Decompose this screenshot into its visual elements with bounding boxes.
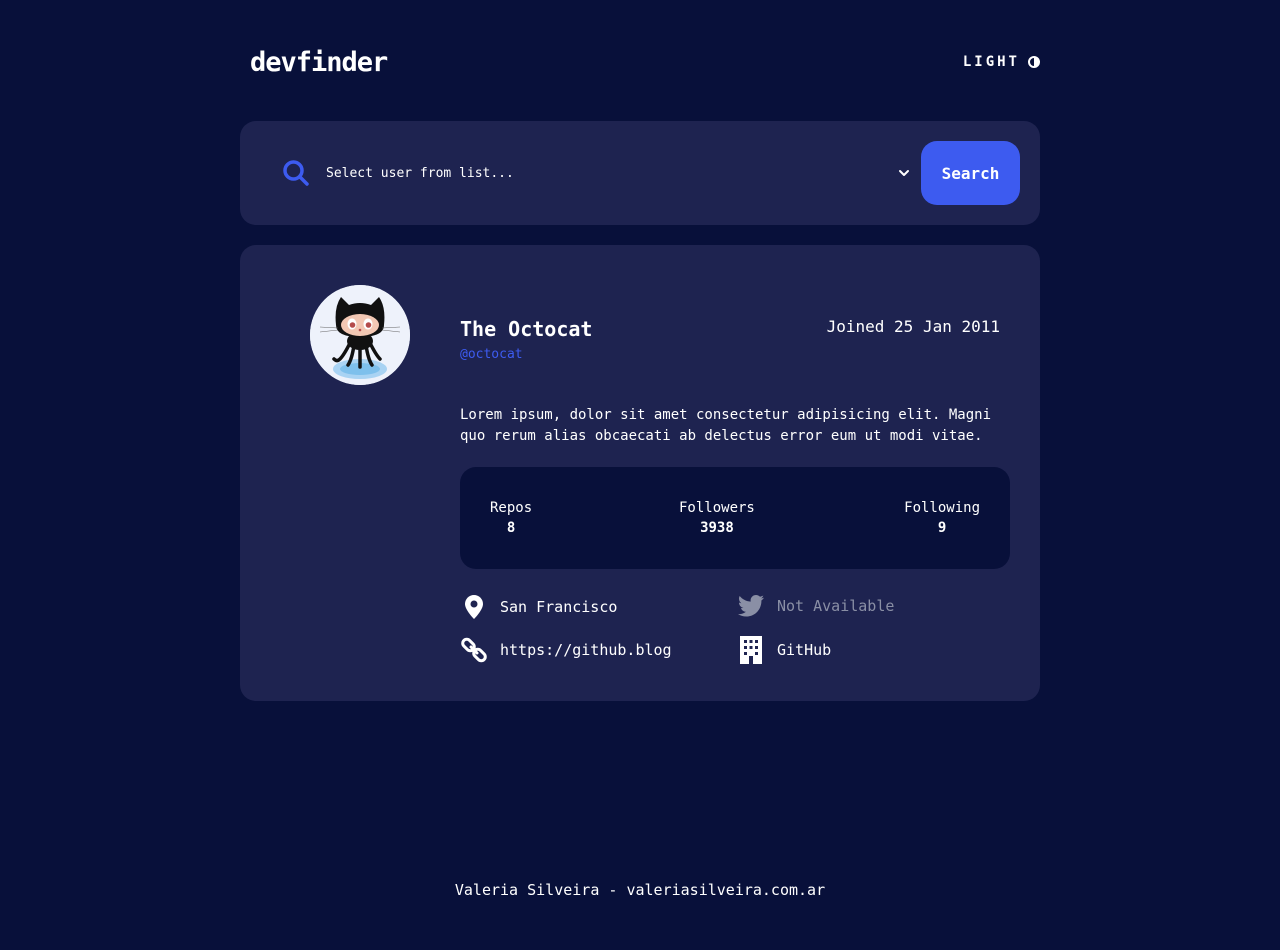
chevron-down-icon <box>898 167 910 179</box>
profile-bio: Lorem ipsum, dolor sit amet consectetur … <box>460 407 992 444</box>
search-icon <box>282 159 310 187</box>
search-panel: Select user from list... Search <box>240 121 1040 225</box>
app-header: devfinder LIGHT <box>240 40 1040 84</box>
profile-login[interactable]: @octocat <box>460 347 523 362</box>
search-button[interactable]: Search <box>921 141 1020 205</box>
profile-blog-link[interactable]: https://github.blog <box>500 641 672 659</box>
stat-followers-value: 3938 <box>700 520 734 536</box>
contrast-icon <box>1028 56 1040 68</box>
theme-toggle-label: LIGHT <box>962 54 1020 70</box>
profile-twitter: Not Available <box>737 595 894 617</box>
stat-repos: Repos 8 <box>490 500 532 536</box>
app-logo[interactable]: devfinder <box>250 47 388 78</box>
profile-company-text: GitHub <box>777 641 832 659</box>
stat-followers-label: Followers <box>679 500 755 516</box>
link-chain-icon <box>460 636 488 664</box>
profile-blog[interactable]: https://github.blog <box>460 636 672 664</box>
stat-following-value: 9 <box>937 520 947 536</box>
theme-toggle[interactable]: LIGHT <box>963 54 1040 70</box>
profile-location-text: San Francisco <box>500 598 618 616</box>
octocat-avatar-image <box>310 285 410 385</box>
footer-credit[interactable]: Valeria Silveira - valeriasilveira.com.a… <box>455 881 825 899</box>
stat-following: Following 9 <box>904 500 980 536</box>
profile-joined-date: Joined 25 Jan 2011 <box>826 317 1000 336</box>
user-select-placeholder: Select user from list... <box>326 165 514 181</box>
profile-stats: Repos 8 Followers 3938 Following 9 <box>460 467 1010 569</box>
location-pin-icon <box>460 595 488 619</box>
page-footer: Valeria Silveira - valeriasilveira.com.a… <box>0 881 1280 899</box>
profile-name: The Octocat <box>460 317 593 341</box>
stat-following-label: Following <box>904 500 980 516</box>
profile-company: GitHub <box>737 636 831 664</box>
stat-followers: Followers 3938 <box>679 500 755 536</box>
stat-repos-label: Repos <box>490 500 533 516</box>
building-icon <box>737 636 765 664</box>
profile-location: San Francisco <box>460 595 617 619</box>
avatar <box>310 285 410 385</box>
user-select[interactable]: Select user from list... <box>326 161 910 185</box>
profile-twitter-text: Not Available <box>777 597 895 615</box>
stat-repos-value: 8 <box>506 520 516 536</box>
profile-links: San Francisco Not Available https://gith… <box>460 595 1020 675</box>
twitter-icon <box>737 595 765 617</box>
profile-card: The Octocat @octocat Joined 25 Jan 2011 … <box>240 245 1040 701</box>
